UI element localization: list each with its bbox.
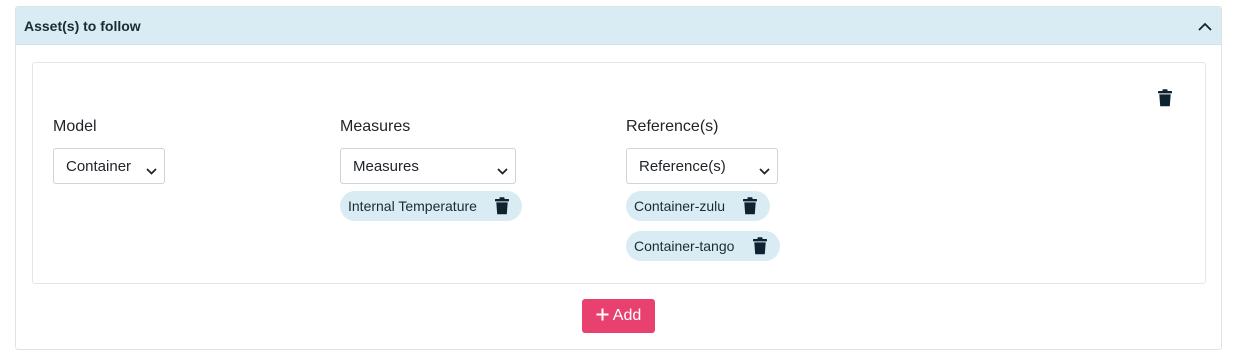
chevron-up-icon[interactable] bbox=[1193, 14, 1217, 38]
measure-chip-label: Internal Temperature bbox=[348, 198, 477, 214]
references-label: Reference(s) bbox=[626, 118, 719, 135]
measures-select-value: Measures bbox=[353, 157, 419, 175]
model-select[interactable]: Container bbox=[53, 148, 165, 184]
trash-icon[interactable] bbox=[742, 197, 760, 215]
assets-panel: Asset(s) to follow Model Container Measu… bbox=[15, 6, 1222, 350]
reference-chip: Container-tango bbox=[626, 231, 780, 261]
measures-label: Measures bbox=[340, 118, 411, 135]
trash-icon[interactable] bbox=[494, 197, 512, 215]
model-select-value: Container bbox=[66, 157, 132, 175]
reference-chip: Container-zulu bbox=[626, 191, 770, 221]
chevron-down-icon bbox=[146, 162, 157, 179]
model-label: Model bbox=[53, 118, 97, 135]
trash-icon[interactable] bbox=[1157, 89, 1175, 107]
measures-select[interactable]: Measures bbox=[340, 148, 516, 184]
trash-icon[interactable] bbox=[752, 237, 770, 255]
plus-icon bbox=[596, 305, 609, 325]
panel-title: Asset(s) to follow bbox=[24, 17, 141, 34]
measure-chip: Internal Temperature bbox=[340, 191, 522, 221]
add-button-label: Add bbox=[612, 307, 642, 324]
asset-card: Model Container Measures Measures Intern… bbox=[32, 62, 1206, 284]
chevron-down-icon bbox=[497, 162, 508, 179]
reference-chip-label: Container-zulu bbox=[634, 198, 726, 214]
references-select-value: Reference(s) bbox=[639, 157, 726, 175]
add-button[interactable]: Add bbox=[582, 299, 655, 333]
references-select[interactable]: Reference(s) bbox=[626, 148, 778, 184]
panel-header[interactable]: Asset(s) to follow bbox=[16, 7, 1221, 45]
reference-chip-label: Container-tango bbox=[634, 238, 735, 254]
chevron-down-icon bbox=[759, 162, 770, 179]
